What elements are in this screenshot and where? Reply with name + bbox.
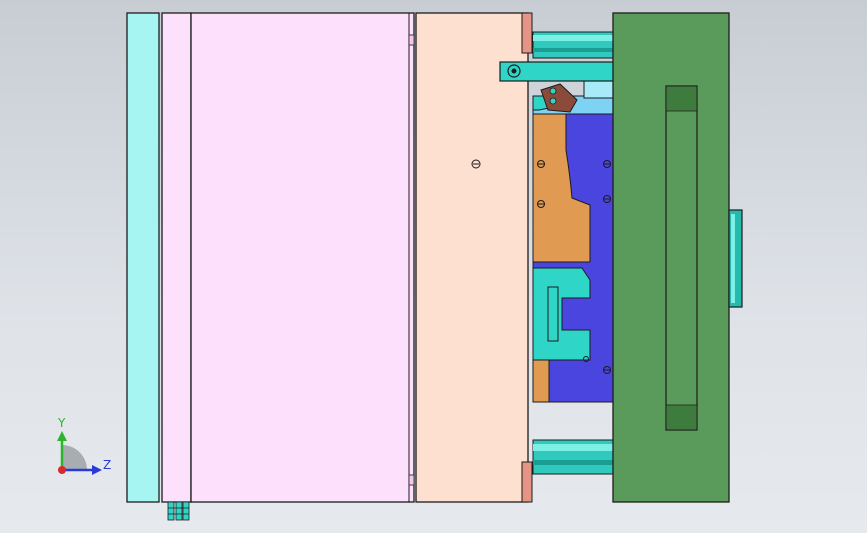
support-block-bottom: [521, 461, 533, 503]
cavity-plate: [190, 12, 415, 503]
notch-top: [408, 34, 415, 46]
locating-ring: [728, 209, 743, 308]
ejector-slot: [665, 85, 698, 431]
slider-pin: [547, 286, 559, 342]
support-block-top: [521, 12, 533, 54]
y-axis-label: Y: [57, 416, 66, 430]
runner-plate: [161, 12, 192, 503]
x-axis-origin: [58, 466, 66, 474]
core-plate: [415, 12, 529, 503]
screw-head: [471, 159, 481, 169]
cad-viewport[interactable]: Y Z: [0, 0, 867, 533]
core-insert-lower: [532, 354, 550, 403]
axis-triad: Y Z: [57, 416, 111, 475]
notch-bottom: [408, 474, 415, 486]
insert-cap: [583, 79, 615, 99]
guide-pillar-bottom: [532, 439, 614, 475]
mold-assembly-drawing[interactable]: Y Z: [0, 0, 867, 533]
top-clamp-plate: [126, 12, 160, 503]
water-fittings: [167, 501, 190, 521]
z-arrow-head: [92, 465, 102, 475]
y-arrow-head: [57, 431, 67, 441]
guide-pillar-top: [532, 31, 614, 59]
z-axis-label: Z: [103, 458, 111, 472]
clamp-bar-screw-left: [507, 64, 521, 78]
